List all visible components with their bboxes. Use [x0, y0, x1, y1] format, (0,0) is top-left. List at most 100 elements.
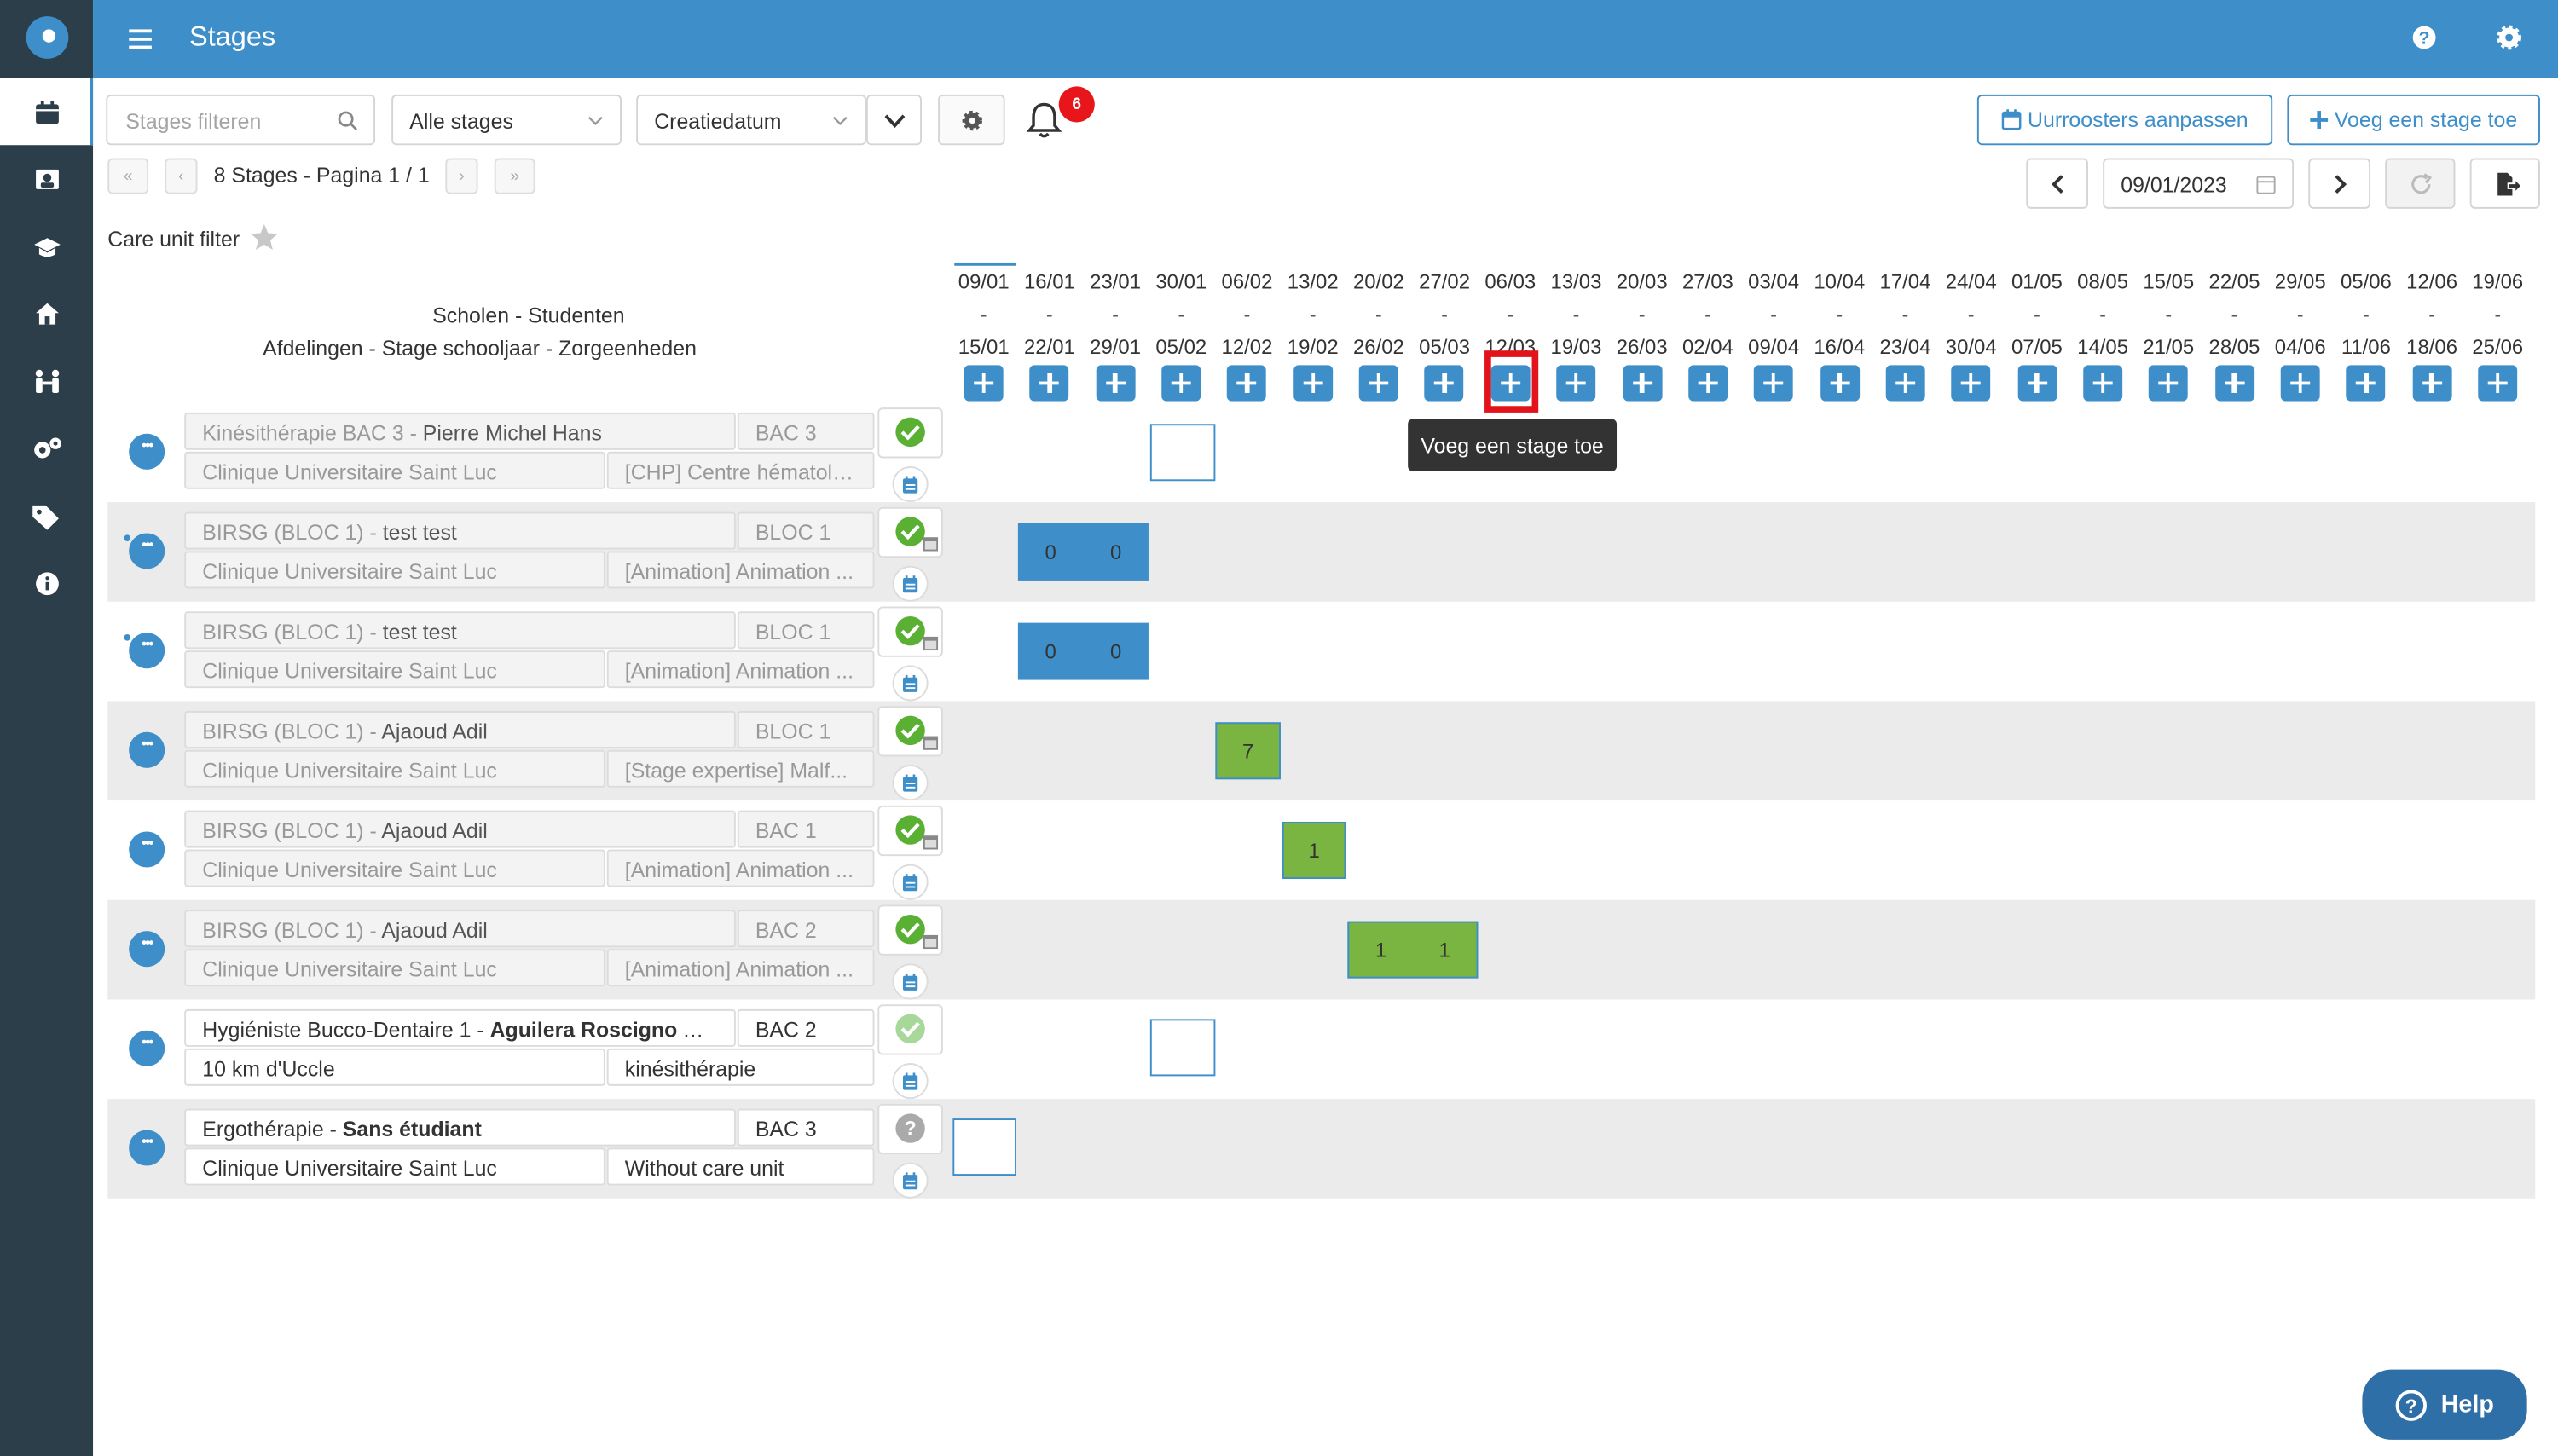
last-page-button[interactable]: »: [494, 158, 535, 194]
level-field: BAC 3: [737, 412, 875, 450]
add-stage-week-button[interactable]: [1622, 365, 1662, 402]
add-stage-week-button[interactable]: [2149, 365, 2189, 402]
search-icon[interactable]: [338, 111, 357, 131]
calendar-button[interactable]: [892, 565, 929, 602]
sort-value: Creatiedatum: [654, 109, 782, 134]
add-stage-week-button[interactable]: [1885, 365, 1925, 402]
refresh-icon: [2411, 173, 2433, 194]
sidebar-item-schools[interactable]: [0, 214, 93, 280]
add-stage-week-button[interactable]: [1754, 365, 1794, 402]
sidebar-item-tags[interactable]: [0, 482, 93, 549]
stage-period-bar[interactable]: 00: [1017, 622, 1149, 680]
status-box[interactable]: [877, 805, 943, 857]
add-stage-week-button[interactable]: [1096, 365, 1136, 402]
sidebar-item-students[interactable]: [0, 145, 93, 211]
help-icon[interactable]: ?: [2411, 25, 2438, 51]
add-stage-week-button[interactable]: [1556, 365, 1596, 402]
add-stage-week-button[interactable]: [1227, 365, 1267, 402]
row-marker: [124, 634, 131, 641]
add-stage-button[interactable]: Voeg een stage toe: [2287, 94, 2540, 146]
date-picker[interactable]: 09/01/2023: [2103, 158, 2295, 209]
add-stage-week-button[interactable]: [2017, 365, 2057, 402]
stage-filter-select[interactable]: Alle stages: [391, 94, 622, 146]
add-stage-week-button[interactable]: [2280, 365, 2320, 402]
add-stage-week-button[interactable]: [1425, 365, 1465, 402]
school-name: BIRSG (BLOC 1) -: [202, 719, 382, 744]
row-actions-button[interactable]: [129, 533, 165, 569]
add-stage-week-button[interactable]: [2214, 365, 2254, 402]
sort-direction-button[interactable]: [865, 94, 922, 146]
add-stage-week-button[interactable]: [1293, 365, 1333, 402]
settings-button[interactable]: [938, 94, 1005, 146]
calendar-button[interactable]: [892, 1063, 929, 1100]
stage-period-bar[interactable]: 7: [1215, 722, 1281, 780]
add-stage-week-button[interactable]: [1029, 365, 1069, 402]
add-stage-week-button[interactable]: [2412, 365, 2452, 402]
add-stage-week-button[interactable]: [1358, 365, 1398, 402]
status-box[interactable]: [877, 407, 943, 459]
calendar-button[interactable]: [892, 864, 929, 900]
help-button[interactable]: ? Help: [2362, 1369, 2527, 1440]
sort-select[interactable]: Creatiedatum: [636, 94, 866, 146]
week-date-separator: -: [1836, 303, 1843, 326]
add-stage-week-button[interactable]: [2083, 365, 2123, 402]
sidebar-item-settings[interactable]: [0, 414, 93, 481]
status-box[interactable]: [877, 904, 943, 956]
stage-period-bar[interactable]: 00: [1017, 523, 1149, 581]
row-actions-button[interactable]: [129, 633, 165, 669]
next-page-button[interactable]: ›: [445, 158, 478, 194]
status-box[interactable]: [877, 606, 943, 657]
add-stage-week-button[interactable]: [2478, 365, 2518, 402]
row-actions-button[interactable]: [129, 433, 165, 470]
sidebar-item-calendar[interactable]: [0, 78, 94, 146]
status-box[interactable]: ?: [877, 1103, 943, 1155]
status-box[interactable]: [877, 506, 943, 558]
prev-page-button[interactable]: ‹: [165, 158, 198, 194]
status-box[interactable]: [877, 1004, 943, 1055]
bell-icon[interactable]: [1025, 100, 1064, 141]
row-actions-button[interactable]: [129, 731, 165, 768]
row-actions-button[interactable]: [129, 1130, 165, 1166]
add-stage-week-button[interactable]: [1820, 365, 1860, 402]
menu-icon[interactable]: [129, 25, 152, 54]
add-stage-week-button[interactable]: [964, 365, 1004, 402]
gear-icon[interactable]: [2496, 25, 2522, 51]
institution-field: Clinique Universitaire Saint Luc: [184, 451, 605, 489]
status-box[interactable]: [877, 706, 943, 757]
row-actions-button[interactable]: [129, 831, 165, 868]
stage-period-bar[interactable]: 1: [1282, 821, 1346, 879]
calendar-button[interactable]: [892, 665, 929, 702]
add-stage-week-button[interactable]: [1687, 365, 1728, 402]
calendar-button[interactable]: [892, 765, 929, 801]
school-student-field: Hygiéniste Bucco-Dentaire 1 - Aguilera R…: [184, 1008, 736, 1047]
add-stage-week-button[interactable]: [2346, 365, 2386, 402]
week-date-separator: -: [2231, 303, 2238, 326]
stage-period-bar[interactable]: [1149, 424, 1216, 482]
week-end-date: 19/02: [1287, 336, 1339, 359]
row-actions-button[interactable]: [129, 1030, 165, 1066]
search-input[interactable]: Stages filteren: [125, 109, 261, 134]
export-button[interactable]: [2469, 158, 2540, 209]
next-week-button[interactable]: [2308, 158, 2370, 209]
stage-period-bar[interactable]: [952, 1118, 1016, 1176]
add-stage-week-button[interactable]: [1161, 365, 1201, 402]
row-actions-button[interactable]: [129, 931, 165, 968]
app-logo-icon[interactable]: [23, 13, 72, 61]
date-input[interactable]: 09/01/2023: [2121, 173, 2227, 198]
week-end-date: 26/02: [1352, 336, 1404, 359]
add-stage-week-button[interactable]: [1951, 365, 1991, 402]
sidebar-item-info[interactable]: [0, 550, 93, 616]
week-end-date: 23/04: [1879, 336, 1931, 359]
first-page-button[interactable]: «: [107, 158, 149, 194]
star-icon[interactable]: [250, 223, 279, 251]
sidebar-item-people[interactable]: [0, 347, 93, 413]
stage-period-bar[interactable]: 11: [1347, 921, 1479, 979]
week-date-separator: -: [2428, 303, 2435, 326]
calendar-button[interactable]: [892, 466, 929, 503]
calendar-button[interactable]: [892, 1162, 929, 1199]
refresh-button[interactable]: [2385, 158, 2456, 209]
stage-period-bar[interactable]: [1149, 1019, 1216, 1077]
edit-schedules-button[interactable]: Uurroosters aanpassen: [1976, 94, 2273, 146]
calendar-button[interactable]: [892, 963, 929, 1000]
prev-week-button[interactable]: [2026, 158, 2088, 209]
